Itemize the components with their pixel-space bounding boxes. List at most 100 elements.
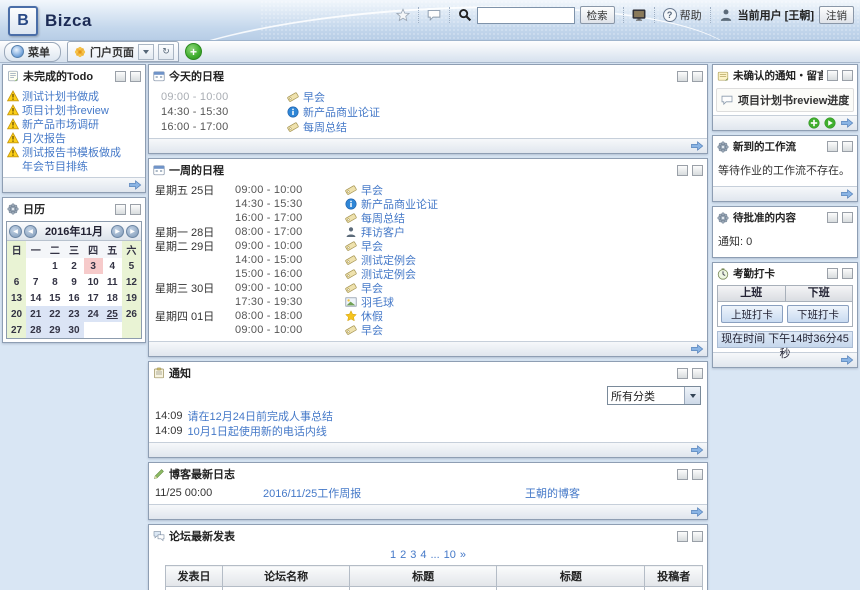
more-arrow-icon[interactable] (128, 179, 140, 191)
widget-settings-button[interactable] (692, 71, 703, 82)
more-arrow-icon[interactable] (690, 444, 702, 456)
workspace-icon[interactable] (632, 8, 646, 22)
calendar-day[interactable]: 26 (122, 306, 141, 322)
widget-settings-button[interactable] (692, 165, 703, 176)
widget-minimize-button[interactable] (677, 531, 688, 542)
calendar-day[interactable]: 30 (64, 322, 83, 338)
schedule-link[interactable]: 早会 (361, 322, 383, 338)
calendar-day[interactable]: 16 (64, 290, 83, 306)
widget-settings-button[interactable] (692, 368, 703, 379)
widget-settings-button[interactable] (842, 70, 853, 81)
prev-year-button[interactable]: ◀ (9, 225, 22, 238)
tab-refresh-button[interactable]: ↻ (158, 44, 174, 60)
widget-minimize-button[interactable] (827, 212, 838, 223)
calendar-day[interactable]: 10 (84, 274, 103, 290)
memo-row[interactable]: 项目计划书review进度 (716, 88, 854, 112)
calendar-day[interactable]: 1 (45, 258, 64, 274)
widget-settings-button[interactable] (130, 71, 141, 82)
category-select[interactable]: 所有分类 (607, 386, 701, 405)
calendar-day[interactable]: 18 (103, 290, 122, 306)
calendar-day[interactable]: 29 (45, 322, 64, 338)
calendar-day[interactable]: 17 (84, 290, 103, 306)
widget-minimize-button[interactable] (677, 368, 688, 379)
prev-month-button[interactable]: ◀ (24, 225, 37, 238)
more-arrow-icon[interactable] (690, 140, 702, 152)
calendar-day[interactable]: 12 (122, 274, 141, 290)
more-arrow-icon[interactable] (840, 188, 852, 200)
search-input[interactable] (477, 7, 575, 24)
todo-item-link[interactable]: 项目计划书review (22, 103, 109, 117)
calendar-day[interactable]: 15 (45, 290, 64, 306)
help-link[interactable]: ? 帮助 (663, 7, 702, 23)
widget-minimize-button[interactable] (827, 70, 838, 81)
calendar-day[interactable]: 6 (7, 274, 26, 290)
calendar-day[interactable]: 7 (26, 274, 45, 290)
todo-item-link[interactable]: 月次报告 (22, 131, 66, 145)
calendar-day[interactable]: 5 (122, 258, 141, 274)
calendar-day[interactable]: 19 (122, 290, 141, 306)
calendar-day[interactable]: 9 (64, 274, 83, 290)
widget-settings-button[interactable] (692, 531, 703, 542)
widget-minimize-button[interactable] (115, 204, 126, 215)
widget-settings-button[interactable] (842, 212, 853, 223)
add-portlet-button[interactable]: + (185, 43, 202, 60)
clock-out-button[interactable]: 下班打卡 (787, 305, 849, 323)
calendar-day[interactable]: 22 (45, 306, 64, 322)
blog-entry-link[interactable]: 2016/11/25工作周报 (263, 485, 525, 501)
add-memo-icon[interactable] (808, 117, 820, 129)
schedule-link[interactable]: 新产品商业论证 (303, 104, 380, 120)
calendar-day[interactable]: 25 (103, 306, 122, 322)
schedule-link[interactable]: 每周总结 (303, 119, 347, 135)
calendar-day[interactable]: 23 (64, 306, 83, 322)
calendar-day[interactable]: 2 (64, 258, 83, 274)
pagination-link[interactable]: 2 (400, 549, 406, 561)
calendar-day[interactable]: 3 (84, 258, 103, 274)
widget-settings-button[interactable] (692, 469, 703, 480)
notice-link[interactable]: 10月1日起使用新的电话内线 (188, 423, 327, 439)
todo-item-link[interactable]: 新产品市场调研 (22, 117, 99, 131)
pagination-link[interactable]: 4 (420, 549, 426, 561)
calendar-day[interactable]: 27 (7, 322, 26, 338)
widget-minimize-button[interactable] (677, 71, 688, 82)
search-button[interactable]: 检索 (580, 6, 615, 24)
schedule-link[interactable]: 早会 (303, 89, 325, 105)
widget-minimize-button[interactable] (115, 71, 126, 82)
next-year-button[interactable]: ▶ (126, 225, 139, 238)
more-arrow-icon[interactable] (690, 506, 702, 518)
calendar-day[interactable]: 11 (103, 274, 122, 290)
widget-minimize-button[interactable] (827, 141, 838, 152)
next-month-button[interactable]: ▶ (111, 225, 124, 238)
calendar-day[interactable]: 14 (26, 290, 45, 306)
pagination-link[interactable]: 1 (390, 549, 396, 561)
calendar-day[interactable]: 4 (103, 258, 122, 274)
pagination-link[interactable]: 10 (444, 549, 456, 561)
calendar-day[interactable]: 21 (26, 306, 45, 322)
portal-tab[interactable]: 门户页面 ↻ (67, 41, 179, 62)
more-arrow-icon[interactable] (840, 117, 852, 129)
menu-button[interactable]: 菜单 (4, 42, 61, 62)
calendar-day[interactable]: 24 (84, 306, 103, 322)
calendar-day[interactable]: 13 (7, 290, 26, 306)
notice-link[interactable]: 请在12月24日前完成人事总结 (188, 408, 333, 424)
widget-settings-button[interactable] (130, 204, 141, 215)
blog-name-link[interactable]: 王朝的博客 (525, 485, 703, 501)
todo-item-link[interactable]: 测试计划书做成 (22, 89, 99, 103)
pagination-link[interactable]: » (460, 549, 466, 561)
widget-minimize-button[interactable] (677, 165, 688, 176)
widget-minimize-button[interactable] (827, 268, 838, 279)
go-icon[interactable] (824, 117, 836, 129)
tab-dropdown-button[interactable] (138, 44, 154, 60)
todo-item-link[interactable]: 年会节目排练 (22, 159, 88, 173)
favorites-icon[interactable] (396, 8, 410, 22)
calendar-day[interactable]: 28 (26, 322, 45, 338)
calendar-day[interactable]: 8 (45, 274, 64, 290)
widget-minimize-button[interactable] (677, 469, 688, 480)
logout-button[interactable]: 注销 (819, 6, 854, 24)
clock-in-button[interactable]: 上班打卡 (721, 305, 783, 323)
pagination-link[interactable]: 3 (410, 549, 416, 561)
calendar-day[interactable]: 20 (7, 306, 26, 322)
messages-icon[interactable] (427, 8, 441, 22)
more-arrow-icon[interactable] (690, 343, 702, 355)
todo-item-link[interactable]: 测试报告书模板做成 (22, 145, 121, 159)
widget-settings-button[interactable] (842, 268, 853, 279)
